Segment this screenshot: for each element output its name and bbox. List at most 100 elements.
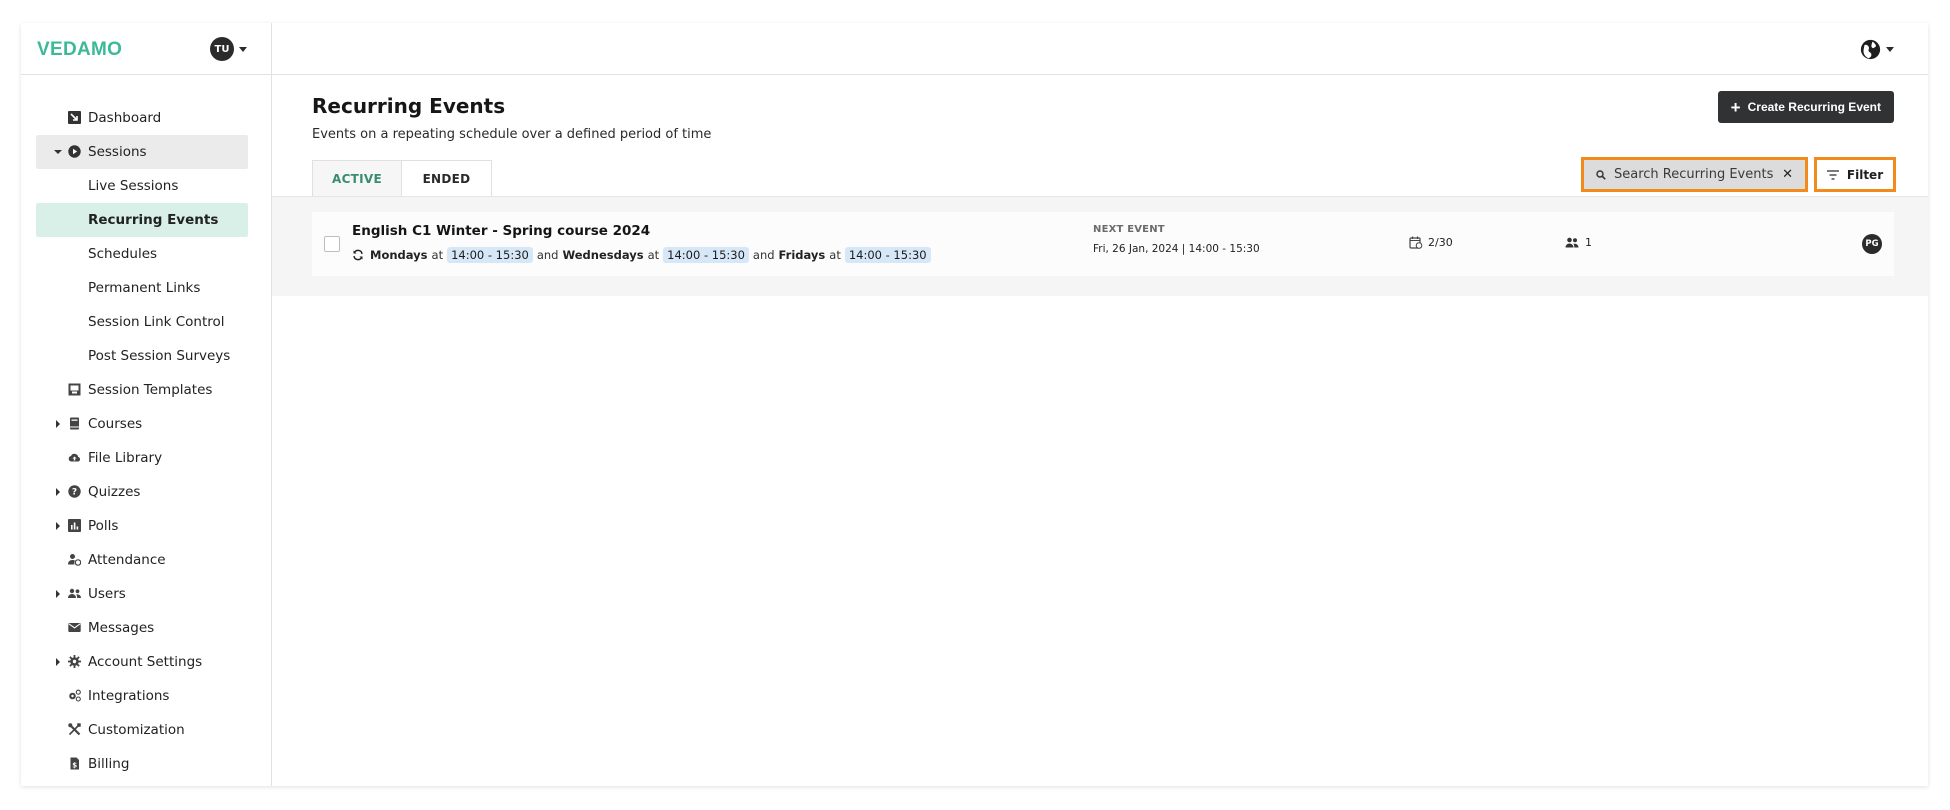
sidebar-item-label: Post Session Surveys (88, 348, 231, 364)
sidebar-header: VEDAMO TU (21, 23, 271, 75)
events-list: English C1 Winter - Spring course 2024 M… (272, 196, 1928, 296)
sidebar-item-label: Recurring Events (88, 212, 219, 228)
caret-right-icon[interactable] (56, 420, 60, 428)
sidebar-item-attendance[interactable]: Attendance (36, 543, 248, 577)
schedule-at: at (829, 248, 841, 262)
page-subtitle: Events on a repeating schedule over a de… (312, 127, 712, 142)
schedule-day: Wednesdays (562, 248, 644, 262)
sidebar-item-account-settings[interactable]: Account Settings (36, 645, 248, 679)
tab-active[interactable]: ACTIVE (312, 160, 402, 196)
bar-chart-icon (68, 519, 81, 532)
envelope-icon (68, 621, 81, 634)
user-menu[interactable]: TU (210, 37, 247, 61)
sidebar-item-file-library[interactable]: File Library (36, 441, 248, 475)
participants-count: 1 (1565, 236, 1592, 249)
chevron-down-icon (1886, 47, 1894, 52)
dashboard-icon (68, 111, 81, 124)
sidebar-item-live-sessions[interactable]: Live Sessions (36, 169, 248, 203)
event-checkbox[interactable] (324, 236, 340, 252)
top-bar (272, 23, 1928, 75)
sidebar-item-permanent-links[interactable]: Permanent Links (36, 271, 248, 305)
globe-icon (1860, 39, 1881, 60)
language-menu[interactable] (1860, 39, 1894, 60)
filter-label: Filter (1846, 167, 1884, 182)
sidebar-item-quizzes[interactable]: ? Quizzes (36, 475, 248, 509)
sidebar-item-billing[interactable]: $ Billing (36, 747, 248, 781)
search-input[interactable] (1614, 167, 1779, 182)
sidebar-item-label: Users (88, 586, 126, 602)
repeat-icon (353, 249, 363, 261)
sidebar-item-label: Account Settings (88, 654, 203, 670)
participants-value: 1 (1585, 236, 1592, 249)
sidebar-item-label: Polls (88, 518, 119, 534)
template-icon (68, 383, 81, 396)
tabs: ACTIVE ENDED (312, 160, 492, 196)
owner-avatar[interactable]: PG (1862, 234, 1882, 254)
sidebar-item-session-templates[interactable]: Session Templates (36, 373, 248, 407)
sidebar: VEDAMO TU Dashboard Sessions Live Sessions… (21, 23, 272, 786)
cogs-icon (68, 689, 81, 702)
sidebar-item-schedules[interactable]: Schedules (36, 237, 248, 271)
sidebar-item-label: Sessions (88, 144, 147, 160)
cloud-upload-icon (68, 451, 81, 464)
sidebar-item-integrations[interactable]: Integrations (36, 679, 248, 713)
filter-icon (1826, 169, 1839, 180)
caret-right-icon[interactable] (56, 522, 60, 530)
tab-ended[interactable]: ENDED (402, 160, 492, 196)
sidebar-item-label: Dashboard (88, 110, 162, 126)
caret-down-icon[interactable] (54, 150, 62, 154)
search-box[interactable]: ✕ (1581, 157, 1808, 192)
sidebar-item-customization[interactable]: Customization (36, 713, 248, 747)
sidebar-nav: Dashboard Sessions Live Sessions Recurring … (36, 101, 248, 781)
sidebar-item-label: Permanent Links (88, 280, 201, 296)
plus-icon: + (1730, 97, 1741, 117)
page-title: Recurring Events (312, 94, 506, 118)
sidebar-item-label: Live Sessions (88, 178, 179, 194)
sidebar-item-users[interactable]: Users (36, 577, 248, 611)
schedule-time-chip: 14:00 - 15:30 (663, 247, 749, 263)
user-clock-icon (68, 553, 81, 566)
create-button-label: Create Recurring Event (1747, 100, 1881, 114)
sidebar-item-messages[interactable]: Messages (36, 611, 248, 645)
sidebar-item-dashboard[interactable]: Dashboard (36, 101, 248, 135)
schedule-joiner: and (752, 248, 775, 262)
sidebar-item-courses[interactable]: Courses (36, 407, 248, 441)
caret-right-icon[interactable] (56, 488, 60, 496)
event-row[interactable]: English C1 Winter - Spring course 2024 M… (312, 212, 1894, 276)
tools-icon (68, 723, 81, 736)
svg-text:?: ? (72, 488, 77, 498)
sidebar-item-label: Attendance (88, 552, 166, 568)
event-title[interactable]: English C1 Winter - Spring course 2024 (352, 223, 650, 239)
sidebar-item-polls[interactable]: Polls (36, 509, 248, 543)
clear-search-icon[interactable]: ✕ (1782, 167, 1793, 182)
caret-right-icon[interactable] (56, 658, 60, 666)
sidebar-item-sessions[interactable]: Sessions (36, 135, 248, 169)
sidebar-item-label: Billing (88, 756, 130, 772)
schedule-time-chip: 14:00 - 15:30 (844, 247, 931, 263)
vedamo-logo[interactable]: VEDAMO (37, 39, 122, 61)
sidebar-item-session-link-control[interactable]: Session Link Control (36, 305, 248, 339)
question-circle-icon: ? (68, 485, 81, 498)
search-icon (1596, 169, 1606, 180)
filter-button[interactable]: Filter (1814, 157, 1896, 192)
user-avatar: TU (210, 37, 234, 61)
book-icon (68, 417, 81, 430)
caret-right-icon[interactable] (56, 590, 60, 598)
create-recurring-event-button[interactable]: + Create Recurring Event (1717, 91, 1894, 123)
sidebar-item-recurring-events[interactable]: Recurring Events (36, 203, 248, 237)
sidebar-item-label: Integrations (88, 688, 170, 704)
sidebar-item-label: Session Link Control (88, 314, 225, 330)
sidebar-item-label: Session Templates (88, 382, 213, 398)
next-event-value: Fri, 26 Jan, 2024 | 14:00 - 15:30 (1093, 243, 1260, 255)
schedule-day: Mondays (370, 248, 428, 262)
sessions-progress: 2/30 (1409, 236, 1453, 249)
sidebar-item-post-session-surveys[interactable]: Post Session Surveys (36, 339, 248, 373)
sidebar-item-label: Messages (88, 620, 155, 636)
sidebar-item-label: Schedules (88, 246, 158, 262)
calendar-repeat-icon (1409, 236, 1423, 249)
sidebar-item-label: Courses (88, 416, 143, 432)
gear-icon (68, 655, 81, 668)
chevron-down-icon (239, 46, 247, 52)
schedule-joiner: and (536, 248, 559, 262)
app-window: VEDAMO TU Dashboard Sessions Live Sessions… (21, 23, 1928, 786)
